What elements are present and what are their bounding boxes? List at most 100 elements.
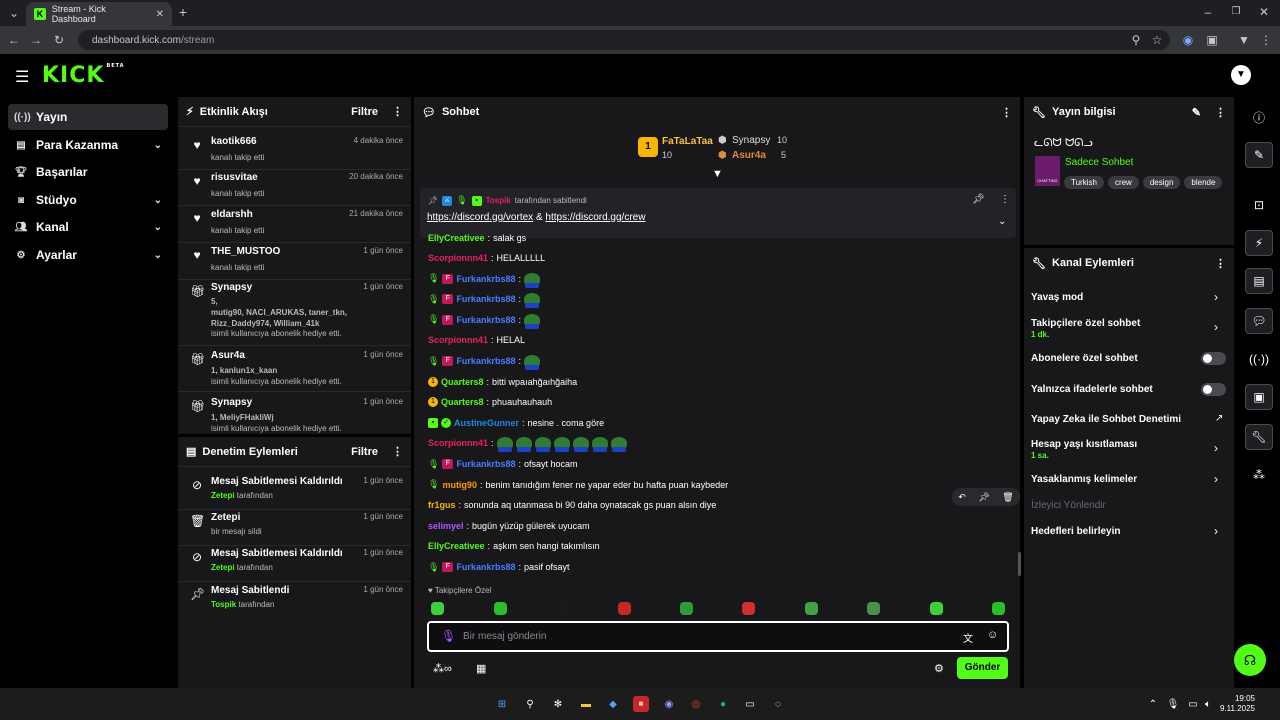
more-options-icon[interactable]: ⋮ <box>1215 106 1226 119</box>
pepe-emote-icon[interactable] <box>523 293 540 309</box>
chat-username[interactable]: Quarters8 <box>441 377 484 387</box>
app-icon[interactable]: ✻ <box>550 696 566 712</box>
sidebar-item-basarilar[interactable]: 🏆︎ Başarılar <box>8 159 168 185</box>
close-window-icon[interactable]: ✕ <box>1256 5 1272 19</box>
windows-start-icon[interactable]: ⊞ <box>494 696 510 712</box>
leaderboard-first-name[interactable]: FaTaLaTaa <box>662 136 713 147</box>
moderator-name[interactable]: Zetepi <box>211 491 235 500</box>
moderator-name[interactable]: Zetepi <box>211 563 235 572</box>
pepe-emote-icon[interactable] <box>572 437 589 453</box>
action-set-goals[interactable]: Hedefleri belirleyin <box>1031 526 1120 537</box>
extensions-puzzle-icon[interactable]: ▣ <box>1204 33 1220 47</box>
more-options-icon[interactable]: ⋮ <box>1215 257 1226 270</box>
edit-stream-icon[interactable]: ✎ <box>1245 142 1273 168</box>
chat-username[interactable]: mutig90 <box>442 480 477 490</box>
chat-username[interactable]: EllyCreativee <box>428 233 485 243</box>
bookmark-star-icon[interactable]: ☆ <box>1149 33 1165 47</box>
activity-filter-button[interactable]: Filtre <box>351 106 378 118</box>
minimize-icon[interactable]: – <box>1200 5 1216 19</box>
zoom-icon[interactable]: ⚲ <box>1128 33 1144 47</box>
tag[interactable]: crew <box>1107 176 1139 189</box>
emote-picker-icon[interactable] <box>930 602 943 615</box>
action-slow-mode[interactable]: Yavaş mod <box>1031 292 1083 303</box>
emote-picker-icon[interactable] <box>618 602 631 615</box>
activity-user[interactable]: Synapsy <box>211 397 252 408</box>
pin-message-icon[interactable]: 📌︎ <box>978 492 989 503</box>
gifted-users[interactable]: mutig90, NACI_ARUKAS, taner_tkn, Rizz_Da… <box>211 307 391 329</box>
chat-scrollbar[interactable] <box>1018 552 1021 576</box>
capture-icon[interactable]: ⊡ <box>1245 192 1273 218</box>
tag[interactable]: blende <box>1184 176 1223 189</box>
chevron-right-icon[interactable]: › <box>1214 441 1218 455</box>
info-icon[interactable]: ⓘ <box>1245 104 1273 130</box>
tray-chevron-icon[interactable]: ⌃ <box>1145 696 1161 712</box>
chat-username[interactable]: Furkankrbs88 <box>456 459 515 469</box>
action-account-age[interactable]: Hesap yaşı kısıtlaması 1 sa. <box>1031 439 1137 460</box>
chat-username[interactable]: Scorpionnn41 <box>428 438 488 448</box>
browser-tab[interactable]: K Stream - Kick Dashboard ✕ <box>26 2 172 26</box>
action-followers-only[interactable]: Takipçilere özel sohbet 1 dk. <box>1031 318 1140 339</box>
chevron-right-icon[interactable]: › <box>1214 472 1218 486</box>
edit-icon[interactable]: ✎ <box>1192 106 1201 119</box>
chat-rail-icon[interactable]: 💬︎ <box>1245 308 1273 334</box>
category-name[interactable]: Sadece Sohbet <box>1065 157 1133 168</box>
wrench-rail-icon[interactable]: 🔧︎ <box>1245 424 1273 450</box>
moderator-name[interactable]: Tospik <box>211 600 236 609</box>
chat-username[interactable]: Furkankrbs88 <box>456 315 515 325</box>
more-options-icon[interactable]: ⋮ <box>392 445 403 458</box>
chat-username[interactable]: Furkankrbs88 <box>456 562 515 572</box>
activity-user[interactable]: kaotik666 <box>211 136 257 147</box>
leaderboard-second-name[interactable]: Synapsy <box>732 135 770 146</box>
chat-username[interactable]: Furkankrbs88 <box>456 274 515 284</box>
chat-username[interactable]: EllyCreativee <box>428 541 485 551</box>
layout-rail-icon[interactable]: ▣ <box>1245 384 1273 410</box>
reload-icon[interactable]: ↻ <box>51 33 67 47</box>
chat-users-icon[interactable]: ⁂∞ <box>433 662 452 675</box>
pinned-by-user[interactable]: Tospik <box>486 196 511 205</box>
chrome-icon[interactable]: ◎ <box>688 696 704 712</box>
app-icon[interactable]: ▦ <box>633 696 649 712</box>
pepe-emote-icon[interactable] <box>523 313 540 329</box>
discord-icon[interactable]: ◉ <box>661 696 677 712</box>
sidebar-item-yayin[interactable]: ((·)) Yayın <box>8 104 168 130</box>
pepe-emote-icon[interactable] <box>523 355 540 370</box>
extension-icon[interactable]: ◉ <box>1180 33 1196 47</box>
more-options-icon[interactable]: ⋮ <box>392 105 403 118</box>
translate-icon[interactable]: 文 <box>963 630 973 645</box>
volume-icon[interactable]: 🔈︎ <box>1200 696 1216 712</box>
chat-username[interactable]: Furkankrbs88 <box>456 356 515 366</box>
pepe-emote-icon[interactable] <box>553 437 570 453</box>
support-chat-icon[interactable]: ☊ <box>1234 644 1266 676</box>
emote-only-toggle[interactable] <box>1201 383 1226 396</box>
mic-tray-icon[interactable]: 🎙︎ <box>1165 696 1181 712</box>
hamburger-menu-icon[interactable]: ☰ <box>15 67 29 87</box>
chat-username[interactable]: Scorpionnn41 <box>428 335 488 345</box>
moderation-filter-button[interactable]: Filtre <box>351 446 378 458</box>
emote-picker-icon[interactable] <box>805 602 818 615</box>
address-bar[interactable]: dashboard.kick.com/stream <box>78 30 1170 50</box>
chevron-right-icon[interactable]: › <box>1214 320 1218 334</box>
profile-icon[interactable]: ▼ <box>1236 33 1252 47</box>
user-avatar[interactable]: ▼ <box>1231 65 1251 85</box>
pepe-emote-icon[interactable] <box>523 272 540 288</box>
menu-dots-icon[interactable]: ⋮ <box>1258 33 1274 47</box>
leaderboard-third-name[interactable]: Asur4a <box>732 150 766 161</box>
tag[interactable]: Turkish <box>1064 176 1104 189</box>
search-icon[interactable]: ⚲ <box>522 696 538 712</box>
activity-feed-rail-icon[interactable]: ⚡︎ <box>1245 230 1273 256</box>
pepe-emote-icon[interactable] <box>591 437 608 453</box>
new-tab-icon[interactable]: + <box>175 5 191 19</box>
file-explorer-icon[interactable]: ▬ <box>578 696 594 712</box>
action-banned-words[interactable]: Yasaklanmış kelimeler <box>1031 474 1137 485</box>
activity-user[interactable]: Asur4a <box>211 350 245 361</box>
store-icon[interactable]: ▦ <box>476 662 486 675</box>
sidebar-item-studyo[interactable]: ◙ Stüdyo ⌄ <box>8 187 168 213</box>
pepe-emote-icon[interactable] <box>534 437 551 453</box>
chat-username[interactable]: Quarters8 <box>441 397 484 407</box>
terminal-icon[interactable]: ▭ <box>742 696 758 712</box>
tag[interactable]: design <box>1142 176 1181 189</box>
chat-username[interactable]: fr1gus <box>428 500 456 510</box>
emote-picker-icon[interactable] <box>867 602 880 615</box>
restore-icon[interactable]: ❐ <box>1228 5 1244 19</box>
more-options-icon[interactable]: ⋮ <box>1000 194 1010 205</box>
